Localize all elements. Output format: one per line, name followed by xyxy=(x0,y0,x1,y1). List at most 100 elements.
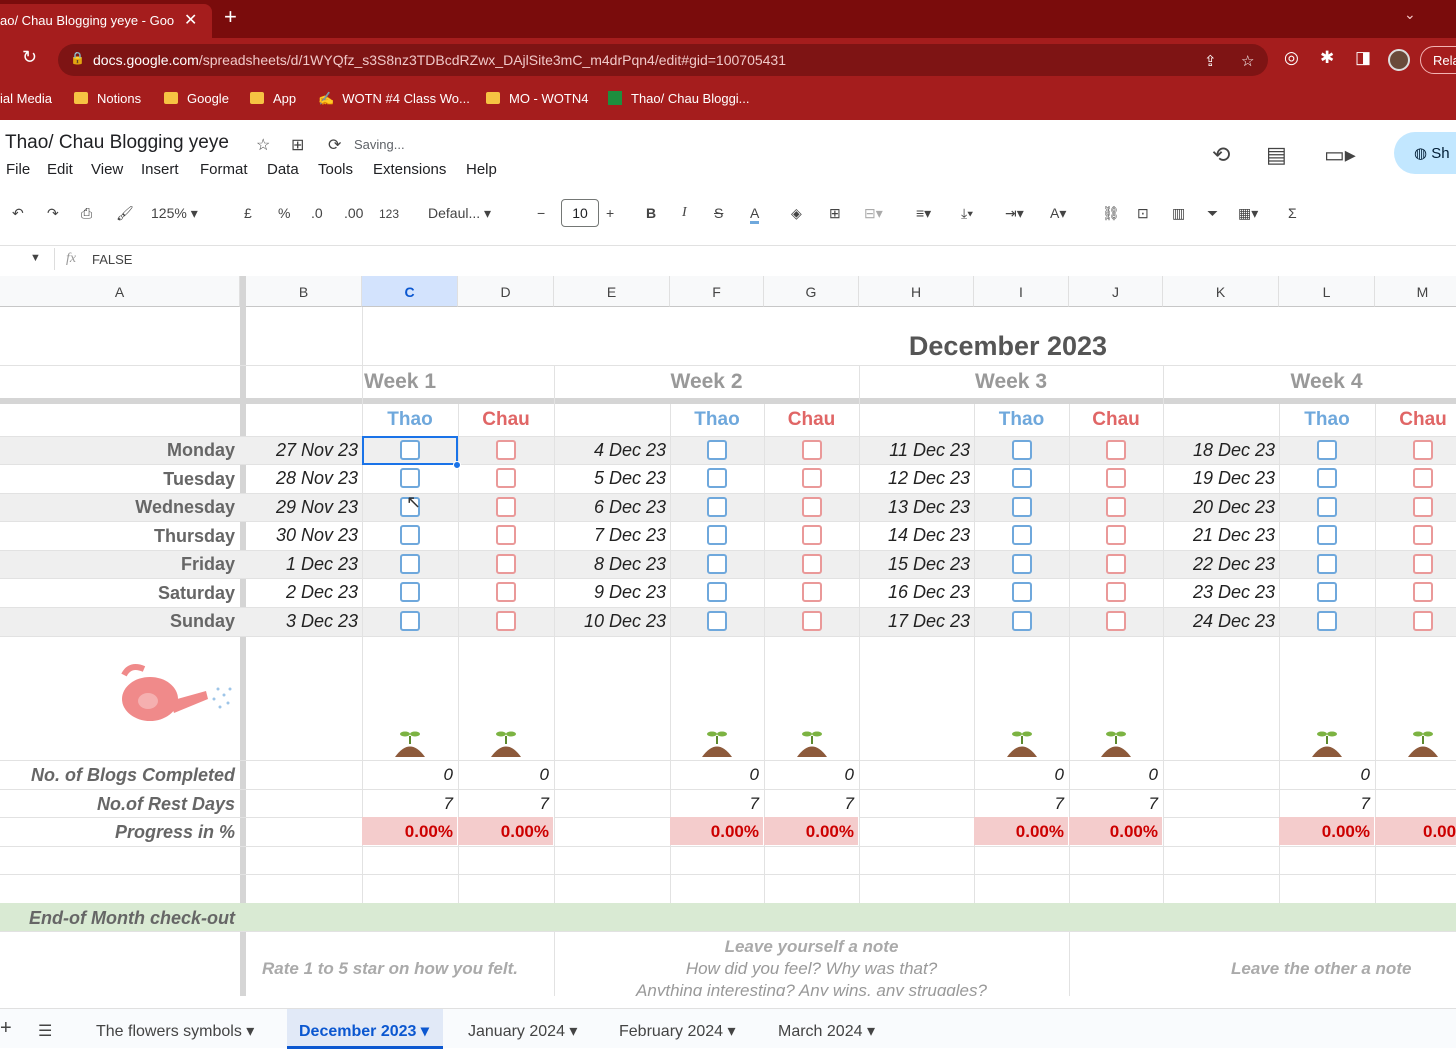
checkbox-thao[interactable] xyxy=(1317,525,1337,545)
filter-icon[interactable]: ⏷ xyxy=(1207,205,1218,222)
checkbox-chau[interactable] xyxy=(1413,582,1433,602)
checkbox-chau[interactable] xyxy=(496,440,516,460)
number-format-button[interactable]: 123 xyxy=(379,207,399,221)
fill-handle[interactable] xyxy=(453,461,461,469)
col-header-h[interactable]: H xyxy=(859,276,974,307)
col-header-m[interactable]: M xyxy=(1375,276,1456,307)
checkbox-thao[interactable] xyxy=(707,582,727,602)
bookmark-item[interactable]: ✍ WOTN #4 Class Wo... xyxy=(318,91,470,107)
col-header-e[interactable]: E xyxy=(554,276,670,307)
font-size-increase-icon[interactable]: + xyxy=(606,205,614,221)
bookmark-item[interactable]: App xyxy=(250,91,296,106)
filter-views-icon[interactable]: ▦▾ xyxy=(1238,205,1258,222)
add-sheet-icon[interactable]: + xyxy=(0,1017,12,1040)
side-panel-icon[interactable]: ◨ xyxy=(1355,48,1371,68)
checkbox-chau[interactable] xyxy=(1106,497,1126,517)
checkbox-chau[interactable] xyxy=(801,440,822,460)
bookmark-item[interactable]: Google xyxy=(164,91,229,106)
checkbox-chau[interactable] xyxy=(1106,554,1126,574)
url-field[interactable]: 🔒 docs.google.com/spreadsheets/d/1WYQfz_… xyxy=(58,44,1268,76)
align-vertical-icon[interactable]: ⤓▾ xyxy=(961,205,973,222)
relaunch-button[interactable]: Rela xyxy=(1420,46,1456,74)
menu-view[interactable]: View xyxy=(91,161,123,178)
paint-format-icon[interactable]: 🖌 xyxy=(116,205,134,222)
col-header-f[interactable]: F xyxy=(670,276,764,307)
chart-icon[interactable]: ▥ xyxy=(1172,205,1185,222)
checkbox-thao[interactable] xyxy=(1011,582,1032,602)
checkbox-thao[interactable] xyxy=(707,611,727,631)
undo-icon[interactable]: ↶ xyxy=(12,205,24,222)
fill-color-icon[interactable]: ◈ xyxy=(791,205,802,222)
col-header-b[interactable]: B xyxy=(246,276,362,307)
functions-icon[interactable]: Σ xyxy=(1288,205,1297,221)
checkbox-thao[interactable] xyxy=(400,582,420,602)
sheet-tab[interactable]: The flowers symbols ▾ xyxy=(96,1021,254,1041)
checkbox-chau[interactable] xyxy=(496,497,516,517)
checkbox-thao[interactable] xyxy=(1011,440,1032,460)
checkbox-thao[interactable] xyxy=(707,525,727,545)
sheet-tab[interactable]: February 2024 ▾ xyxy=(619,1021,736,1041)
checkbox-thao[interactable] xyxy=(400,468,420,488)
comments-icon[interactable]: ▤ xyxy=(1266,142,1287,168)
strikethrough-icon[interactable]: S xyxy=(714,205,723,221)
text-color-icon[interactable]: A xyxy=(750,205,760,224)
menu-tools[interactable]: Tools xyxy=(318,161,353,178)
checkbox-thao[interactable] xyxy=(400,554,420,574)
all-sheets-icon[interactable]: ☰ xyxy=(38,1021,52,1041)
checkbox-chau[interactable] xyxy=(1106,468,1126,488)
extension-icon[interactable]: ◎ xyxy=(1284,48,1299,68)
meet-icon[interactable]: ▭▸ xyxy=(1324,142,1356,168)
checkbox-chau[interactable] xyxy=(801,468,822,488)
reload-icon[interactable]: ↻ xyxy=(22,47,37,68)
link-icon[interactable]: ⛓ xyxy=(1102,205,1120,222)
col-header-i[interactable]: I xyxy=(974,276,1069,307)
menu-data[interactable]: Data xyxy=(267,161,299,178)
checkbox-chau[interactable] xyxy=(1413,525,1433,545)
bookmark-item[interactable]: Notions xyxy=(74,91,141,106)
new-tab-icon[interactable]: + xyxy=(224,4,237,30)
version-history-icon[interactable]: ⟲ xyxy=(1212,142,1230,168)
menu-insert[interactable]: Insert xyxy=(141,161,179,178)
checkbox-chau[interactable] xyxy=(801,582,822,602)
checkbox-chau[interactable] xyxy=(496,554,516,574)
checkbox-thao[interactable] xyxy=(1317,582,1337,602)
col-header-l[interactable]: L xyxy=(1279,276,1375,307)
col-header-j[interactable]: J xyxy=(1069,276,1163,307)
borders-icon[interactable]: ⊞ xyxy=(829,205,841,222)
checkbox-thao[interactable] xyxy=(1317,440,1337,460)
col-header-k[interactable]: K xyxy=(1163,276,1279,307)
checkbox-thao[interactable] xyxy=(1317,468,1337,488)
checkbox-chau[interactable] xyxy=(1106,440,1126,460)
menu-file[interactable]: File xyxy=(6,161,30,178)
checkbox-chau[interactable] xyxy=(801,525,822,545)
share-button[interactable]: ◍ Sh xyxy=(1394,132,1456,174)
checkbox-thao[interactable] xyxy=(707,554,727,574)
checkbox-thao[interactable] xyxy=(707,468,727,488)
checkbox-chau[interactable] xyxy=(1413,554,1433,574)
redo-icon[interactable]: ↷ xyxy=(47,205,59,222)
checkbox-chau[interactable] xyxy=(801,554,822,574)
col-header-g[interactable]: G xyxy=(764,276,859,307)
profile-avatar[interactable] xyxy=(1388,49,1410,71)
checkbox-thao[interactable] xyxy=(1011,468,1032,488)
zoom-select[interactable]: 125% ▾ xyxy=(151,205,198,222)
menu-edit[interactable]: Edit xyxy=(47,161,73,178)
checkbox-thao[interactable] xyxy=(1317,497,1337,517)
comment-icon[interactable]: ⊡ xyxy=(1137,205,1149,222)
sheet-tab-active[interactable]: December 2023 ▾ xyxy=(287,1009,443,1049)
checkbox-thao[interactable] xyxy=(1011,554,1032,574)
frozen-row-divider[interactable] xyxy=(0,398,1456,404)
bookmark-item[interactable]: ial Media xyxy=(0,91,52,106)
checkbox-chau[interactable] xyxy=(496,468,516,488)
checkbox-chau[interactable] xyxy=(1413,611,1433,631)
tab-search-chevron-icon[interactable]: ⌄ xyxy=(1404,6,1416,23)
checkbox-chau[interactable] xyxy=(1106,525,1126,545)
text-rotation-icon[interactable]: A▾ xyxy=(1050,205,1066,222)
share-page-icon[interactable]: ⇪ xyxy=(1204,52,1217,70)
checkbox-chau[interactable] xyxy=(1106,611,1126,631)
checkbox-chau[interactable] xyxy=(1413,497,1433,517)
menu-help[interactable]: Help xyxy=(466,161,497,178)
checkbox-chau[interactable] xyxy=(1413,468,1433,488)
spreadsheet-grid[interactable]: A B C D E F G H I J K L M December 2023 … xyxy=(0,276,1456,996)
checkbox-chau[interactable] xyxy=(1413,440,1433,460)
